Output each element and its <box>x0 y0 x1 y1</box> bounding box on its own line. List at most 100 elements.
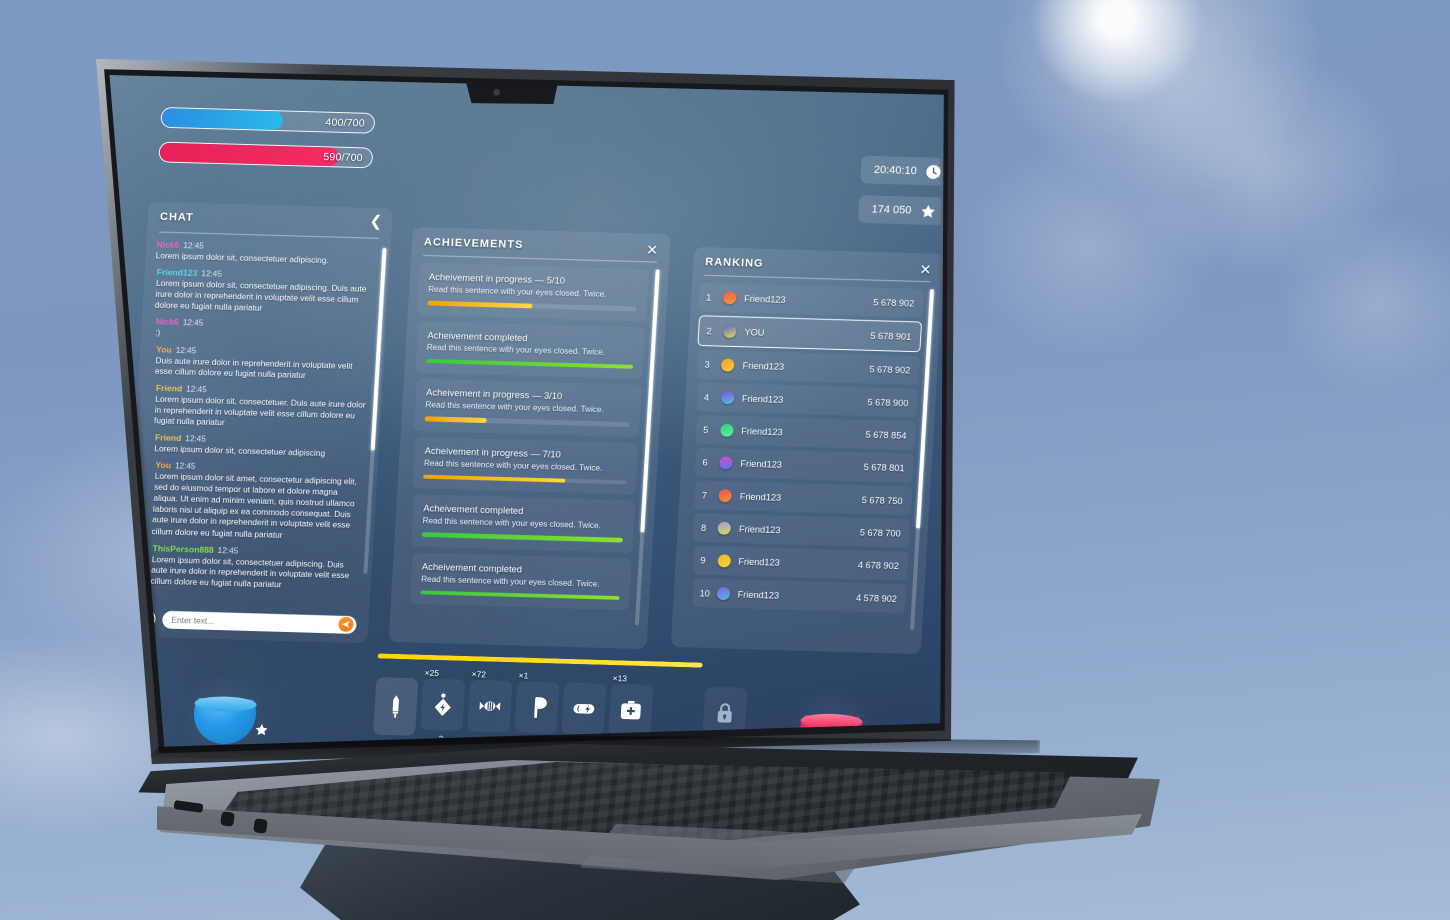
chat-message-text: Lorem ipsum dolor sit amet, consectetur … <box>151 471 358 540</box>
ranking-row[interactable]: 9 Friend123 4 678 902 <box>692 545 909 581</box>
clock-icon <box>926 164 941 179</box>
hotbar-slot-6[interactable]: ×136 <box>608 673 654 747</box>
chat-divider <box>159 231 380 239</box>
ranking-list[interactable]: 1 Friend123 5 678 902 2 YOU 5 678 901 3 Friend1… <box>679 282 925 648</box>
hotbar-slot-2[interactable]: ×252 <box>420 668 466 743</box>
ranking-position: 2 <box>706 325 712 336</box>
score-chip[interactable]: 174 050 <box>857 195 944 226</box>
avatar <box>723 324 737 339</box>
chat-message-time: 12:45 <box>174 461 196 472</box>
chat-message: Friend 12:45 Lorem ipsum dolor sit, consec… <box>146 383 369 433</box>
hotbar-slot-5[interactable]: 5 <box>561 682 607 747</box>
camera-notch <box>466 82 558 104</box>
ranking-player-name: Friend123 <box>738 556 781 568</box>
ranking-player-name: Friend123 <box>740 458 783 470</box>
ranking-position: 4 <box>703 392 710 403</box>
hotbar-slot-3[interactable]: ×723 <box>467 669 513 745</box>
lock-icon <box>717 703 732 723</box>
ranking-position: 9 <box>700 555 706 566</box>
chat-message-list[interactable]: Nick6 12:45 Lorem ipsum dolor sit, consect… <box>136 239 377 599</box>
avatar <box>718 489 733 503</box>
ranking-row[interactable]: 1 Friend123 5 678 902 <box>698 282 925 318</box>
achievement-item[interactable]: Acheivement in progress — 3/10 Read this … <box>413 378 642 437</box>
achievement-item[interactable]: Acheivement completed Read this sentence … <box>411 494 636 553</box>
ranking-row[interactable]: 7 Friend123 5 678 750 <box>693 480 913 516</box>
achievement-item[interactable]: Acheivement completed Read this sentence … <box>409 552 632 611</box>
ranking-row[interactable]: 8 Friend123 5 678 700 <box>693 513 911 548</box>
ranking-player-name: Friend123 <box>737 589 780 601</box>
star-icon[interactable] <box>253 721 271 738</box>
ranking-position: 5 <box>702 424 709 435</box>
chat-message-user: Nick6 <box>156 239 180 250</box>
achievement-progress-fill <box>420 589 620 600</box>
achievement-description: Read this sentence with your eyes closed… <box>425 400 604 415</box>
achievements-list[interactable]: Acheivement in progress — 5/10 Read this … <box>398 262 649 641</box>
ranking-player-name: Friend123 <box>742 360 785 372</box>
chat-collapse-button[interactable]: ❮ <box>369 213 383 230</box>
ranking-row[interactable]: 6 Friend123 5 678 801 <box>694 447 915 483</box>
chat-title: CHAT <box>159 210 195 224</box>
achievement-description: Read this sentence with your eyes closed… <box>427 284 607 299</box>
achievement-item[interactable]: Acheivement in progress — 5/10 Read this … <box>416 262 649 322</box>
mana-bar-fill <box>161 107 284 131</box>
axe-icon <box>534 697 547 718</box>
chat-message: You 12:45 Lorem ipsum dolor sit amet, cons… <box>139 460 363 543</box>
achievement-item[interactable]: Acheivement completed Read this sentence … <box>415 320 646 379</box>
send-glyph <box>342 621 350 628</box>
chat-message-user: Friend <box>154 432 182 444</box>
usb-c-port <box>220 811 235 827</box>
hotbar-slot-count: ×13 <box>612 673 628 684</box>
ranking-player-name: Friend123 <box>741 393 784 405</box>
ranking-player-name: Friend123 <box>738 523 781 535</box>
ranking-row[interactable]: 4 Friend123 5 678 900 <box>696 382 919 418</box>
hotbar-slot-1[interactable]: 1 <box>373 677 419 747</box>
ranking-player-name: Friend123 <box>739 491 782 503</box>
achievement-progress-track <box>425 358 634 369</box>
hotbar-slot-count: ×1 <box>518 670 529 681</box>
chat-input-wrapper[interactable] <box>161 610 357 634</box>
potion-icon <box>434 693 451 716</box>
chat-input-row <box>135 609 357 634</box>
battery-icon <box>573 703 595 714</box>
send-icon[interactable] <box>337 616 354 632</box>
ranking-score: 5 678 801 <box>863 461 905 474</box>
timer-chip[interactable]: 20:40:10 <box>860 155 944 186</box>
achievement-progress-track <box>424 416 630 427</box>
avatar <box>719 423 734 437</box>
hotbar-slot-7[interactable]: 7 <box>655 685 700 747</box>
ranking-row[interactable]: 10 Friend123 4 578 902 <box>691 578 907 614</box>
timer-value: 20:40:10 <box>873 163 918 177</box>
chat-message: ThisPerson888 12:45 Lorem ipsum dolor sit,… <box>136 542 359 592</box>
achievement-progress-track <box>423 474 627 485</box>
chat-message-user: Nick6 <box>155 316 180 328</box>
ranking-score: 4 678 902 <box>857 559 900 571</box>
chat-message-text: Lorem ipsum dolor sit, consectetuer adip… <box>150 553 350 589</box>
avatar <box>716 586 731 601</box>
ranking-row[interactable]: 3 Friend123 5 678 902 <box>696 349 921 385</box>
ranking-row[interactable]: 5 Friend123 5 678 854 <box>695 415 917 451</box>
achievements-panel: ACHIEVEMENTS ✕ Acheivement in progress —… <box>388 226 671 650</box>
ranking-score: 5 678 854 <box>865 429 907 441</box>
close-icon[interactable]: ✕ <box>919 261 932 277</box>
achievements-title: ACHIEVEMENTS <box>423 236 524 251</box>
achievement-item[interactable]: Acheivement in progress — 7/10 Read this … <box>412 436 639 495</box>
chat-message-time: 12:45 <box>183 241 205 251</box>
chat-message: Nick6 12:45 Lorem ipsum dolor sit, consect… <box>155 239 376 267</box>
achievement-progress-fill <box>427 300 533 309</box>
close-icon[interactable]: ✕ <box>646 242 659 258</box>
achievement-description: Read this sentence with your eyes closed… <box>420 574 600 589</box>
ranking-row-you[interactable]: 2 YOU 5 678 901 <box>697 315 923 353</box>
ranking-position: 7 <box>701 490 708 501</box>
ranking-position: 3 <box>704 359 711 370</box>
hotbar-slot-4[interactable]: ×14 <box>514 670 560 746</box>
mana-orb[interactable] <box>177 667 275 747</box>
mana-bar-value: 400/700 <box>325 116 366 130</box>
ranking-score: 5 678 700 <box>859 527 901 539</box>
ranking-position: 6 <box>702 457 708 468</box>
avatar <box>720 391 735 405</box>
chat-message-user: Friend <box>155 383 183 394</box>
chat-message-user: You <box>155 460 172 471</box>
laptop: 400/700 590/700 20:40:10 174 050 CHAT ❮ … <box>0 0 1450 920</box>
medkit-icon <box>620 700 641 720</box>
chat-input[interactable] <box>171 614 339 630</box>
